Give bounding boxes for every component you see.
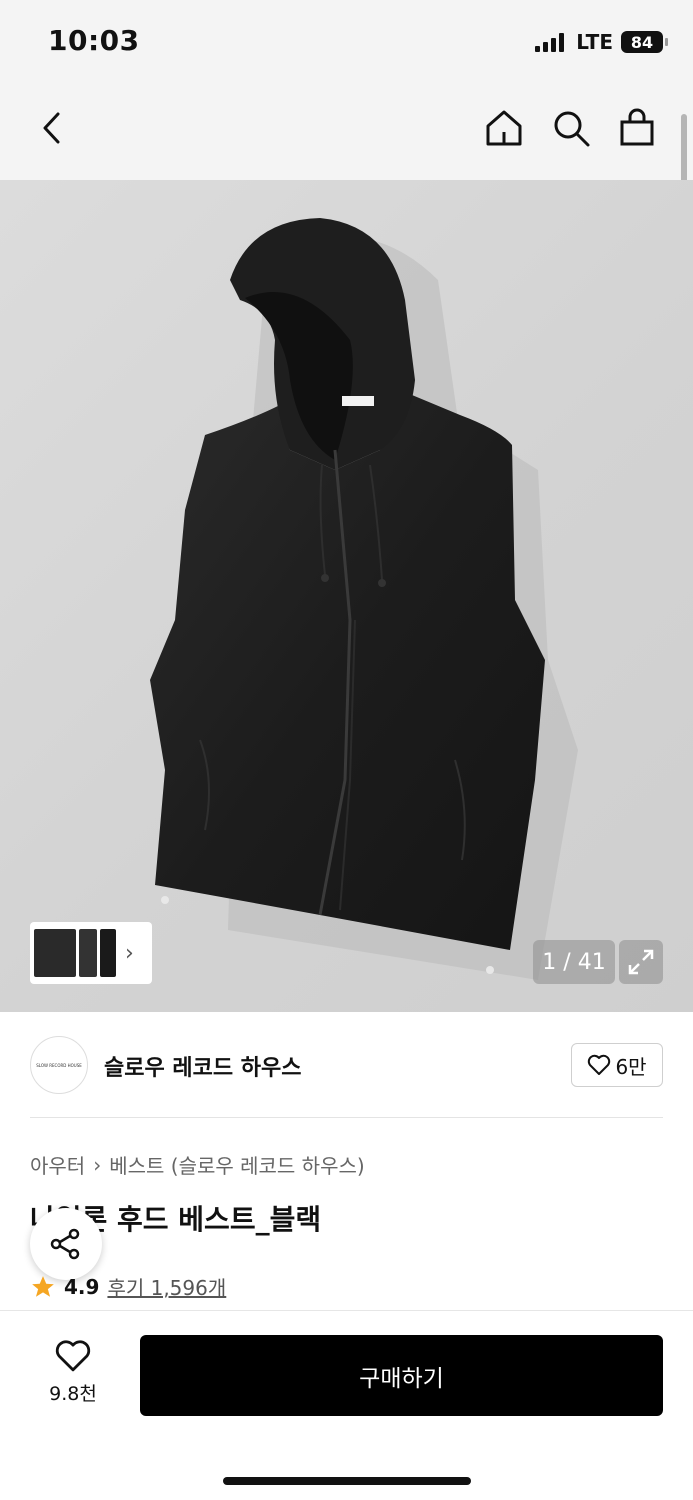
image-page-counter: 1 / 41 <box>533 940 615 984</box>
star-icon <box>32 1275 54 1297</box>
thumbnail-strip[interactable]: › <box>30 922 152 984</box>
status-time: 10:03 <box>48 24 140 57</box>
heart-icon <box>55 1340 91 1372</box>
brand-name[interactable]: 슬로우 레코드 하우스 <box>104 1050 301 1082</box>
wish-count: 9.8천 <box>49 1383 97 1405</box>
product-image[interactable]: › 1 / 41 <box>0 180 693 1012</box>
search-icon[interactable] <box>549 106 593 150</box>
back-icon[interactable] <box>30 106 74 150</box>
bottom-action-bar: 9.8천 구매하기 <box>0 1310 693 1500</box>
heart-icon <box>588 1054 611 1075</box>
breadcrumb-category[interactable]: 아우터 <box>30 1150 85 1179</box>
thumbnail-3[interactable] <box>100 929 116 977</box>
home-icon[interactable] <box>482 106 526 150</box>
share-icon <box>50 1228 80 1260</box>
home-indicator <box>223 1477 471 1485</box>
chevron-right-icon[interactable]: › <box>125 941 134 966</box>
breadcrumb: 아우터 › 베스트 (슬로우 레코드 하우스) <box>30 1150 365 1179</box>
brand-like-button[interactable]: 6만 <box>571 1043 663 1087</box>
breadcrumb-subcategory[interactable]: 베스트 (슬로우 레코드 하우스) <box>109 1150 364 1179</box>
signal-icon <box>535 32 565 52</box>
brand-like-count: 6만 <box>615 1054 647 1079</box>
brand-logo[interactable]: SLOW RECORD HOUSE <box>30 1036 88 1094</box>
battery-icon: 84 <box>621 31 668 53</box>
rating-value: 4.9 <box>64 1274 100 1299</box>
buy-button[interactable]: 구매하기 <box>140 1335 663 1416</box>
wish-button[interactable]: 9.8천 <box>36 1339 110 1406</box>
review-link[interactable]: 후기 1,596개 <box>107 1272 226 1301</box>
share-button[interactable] <box>30 1208 102 1280</box>
rating-row: 4.9 후기 1,596개 <box>30 1272 226 1301</box>
status-indicators: LTE 84 <box>535 30 668 54</box>
thumbnail-2[interactable] <box>79 929 97 977</box>
bag-icon[interactable] <box>615 106 659 150</box>
thumbnail-1[interactable] <box>34 929 76 977</box>
status-bar: 10:03 LTE 84 <box>0 0 693 88</box>
nav-bar <box>0 88 693 180</box>
chevron-right-icon: › <box>93 1152 102 1177</box>
expand-icon[interactable] <box>619 940 663 984</box>
vest-image <box>150 218 578 981</box>
brand-row[interactable]: SLOW RECORD HOUSE 슬로우 레코드 하우스 6만 <box>30 1036 663 1096</box>
network-label: LTE <box>576 30 613 54</box>
divider <box>30 1117 663 1118</box>
